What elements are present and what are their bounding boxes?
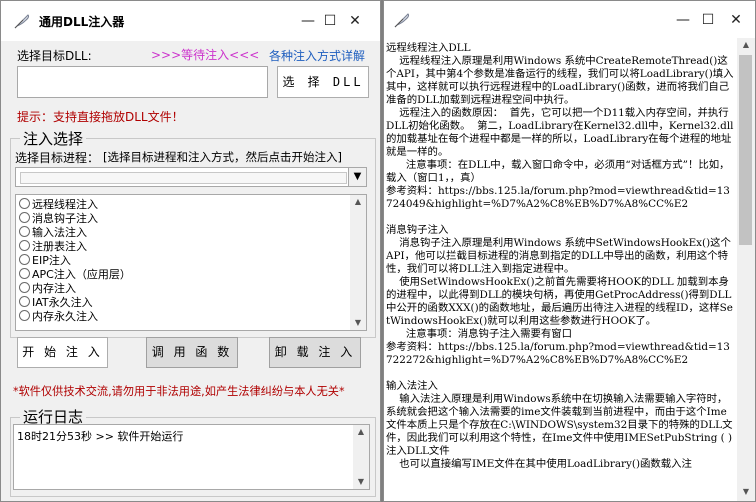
process-select-value	[20, 172, 347, 184]
maximize-button[interactable]: ☐	[319, 11, 341, 31]
inject-method-label: EIP注入	[32, 254, 71, 267]
call-function-button[interactable]: 调 用 函 数	[146, 337, 238, 368]
doc-text: 远程线程注入DLL 远程线程注入原理是利用Windows 系统中CreateRe…	[386, 42, 734, 470]
process-hint: [选择目标进程和注入方式，然后点击开始注入]	[103, 150, 342, 164]
inject-method-option[interactable]: 注册表注入	[19, 240, 87, 254]
dll-path-field[interactable]	[17, 66, 268, 98]
process-select[interactable]: ▼	[15, 167, 367, 187]
inject-method-label: APC注入（应用层）	[32, 268, 131, 281]
inject-method-label: 注册表注入	[32, 240, 87, 253]
window-title: 通用DLL注入器	[39, 15, 125, 29]
inject-method-label: 消息钩子注入	[32, 212, 98, 225]
doc-viewport: 远程线程注入DLL 远程线程注入原理是利用Windows 系统中CreateRe…	[386, 42, 735, 498]
inject-method-option[interactable]: 内存注入	[19, 282, 76, 296]
select-dll-button[interactable]: 选 择 DLL	[277, 66, 369, 98]
unload-inject-button[interactable]: 卸 载 注 入	[269, 337, 361, 368]
inject-method-option[interactable]: EIP注入	[19, 254, 71, 268]
method-items: 远程线程注入 消息钩子注入 输入法注入 注册表注入 EIP注入 APC注入（应用层） 内存注…	[19, 198, 349, 328]
start-inject-button[interactable]: 开 始 注 入	[17, 337, 108, 368]
radio-icon[interactable]	[19, 282, 30, 293]
process-label: 选择目标进程：	[15, 151, 100, 165]
title-bar[interactable]: — ☐ ✕	[384, 1, 755, 37]
minimize-button[interactable]: —	[297, 11, 319, 31]
dll-injector-window: 通用DLL注入器 — ☐ ✕ 选择目标DLL: >>>等待注入<<< 各种注入方…	[0, 0, 381, 502]
maximize-button[interactable]: ☐	[697, 10, 719, 30]
scroll-thumb[interactable]	[739, 55, 752, 245]
scroll-down-icon[interactable]: ▼	[353, 475, 369, 489]
inject-method-option[interactable]: 输入法注入	[19, 226, 87, 240]
scroll-up-icon[interactable]: ▲	[350, 195, 366, 209]
doc-scrollbar[interactable]: ▲ ▼	[737, 38, 755, 501]
close-button[interactable]: ✕	[725, 10, 747, 30]
scroll-up-icon[interactable]: ▲	[737, 38, 755, 54]
scroll-down-icon[interactable]: ▼	[350, 316, 366, 330]
inject-group-legend: 注入选择	[20, 128, 87, 149]
radio-icon[interactable]	[19, 226, 30, 237]
inject-method-option[interactable]: APC注入（应用层）	[19, 268, 131, 282]
radio-icon[interactable]	[19, 212, 30, 223]
radio-icon[interactable]	[19, 254, 30, 265]
chevron-down-icon[interactable]: ▼	[348, 168, 366, 186]
radio-icon[interactable]	[19, 268, 30, 279]
inject-method-label: 内存注入	[32, 282, 76, 295]
inject-method-option[interactable]: 内存永久注入	[19, 310, 98, 324]
scroll-up-icon[interactable]: ▲	[353, 425, 369, 439]
drag-hint: 提示：支持直接拖放DLL文件！	[17, 110, 184, 124]
methods-link[interactable]: 各种注入方式详解	[269, 47, 365, 64]
log-scrollbar[interactable]: ▲ ▼	[353, 425, 369, 489]
log-textarea[interactable]: 18时21分53秒 >> 软件开始运行 ▲ ▼	[13, 424, 370, 490]
title-bar[interactable]: 通用DLL注入器 — ☐ ✕	[1, 1, 380, 41]
close-button[interactable]: ✕	[344, 11, 366, 31]
minimize-button[interactable]: —	[672, 10, 694, 30]
feather-icon	[394, 13, 410, 28]
inject-method-label: 内存永久注入	[32, 310, 98, 323]
inject-method-option[interactable]: 消息钩子注入	[19, 212, 98, 226]
inject-method-label: IAT永久注入	[32, 296, 93, 309]
inject-method-label: 远程线程注入	[32, 198, 98, 211]
disclaimer: *软件仅供技术交流,请勿用于非法用途,如产生法律纠纷与本人无关*	[13, 385, 345, 398]
inject-method-list: 远程线程注入 消息钩子注入 输入法注入 注册表注入 EIP注入 APC注入（应用层） 内存注…	[15, 194, 367, 331]
inject-method-option[interactable]: IAT永久注入	[19, 296, 93, 310]
scroll-down-icon[interactable]: ▼	[737, 485, 755, 501]
log-line: 18时21分53秒 >> 软件开始运行	[17, 430, 184, 443]
method-list-scrollbar[interactable]: ▲ ▼	[350, 195, 366, 330]
radio-icon[interactable]	[19, 240, 30, 251]
inject-method-label: 输入法注入	[32, 226, 87, 239]
injection-methods-window: — ☐ ✕ 远程线程注入DLL 远程线程注入原理是利用Windows 系统中Cr…	[383, 0, 756, 502]
dll-label: 选择目标DLL:	[17, 49, 92, 63]
radio-icon[interactable]	[19, 310, 30, 321]
feather-icon	[14, 14, 30, 29]
radio-icon[interactable]	[19, 296, 30, 307]
wait-status: >>>等待注入<<<	[151, 48, 260, 62]
inject-method-option[interactable]: 远程线程注入	[19, 198, 98, 212]
radio-icon[interactable]	[19, 198, 30, 209]
